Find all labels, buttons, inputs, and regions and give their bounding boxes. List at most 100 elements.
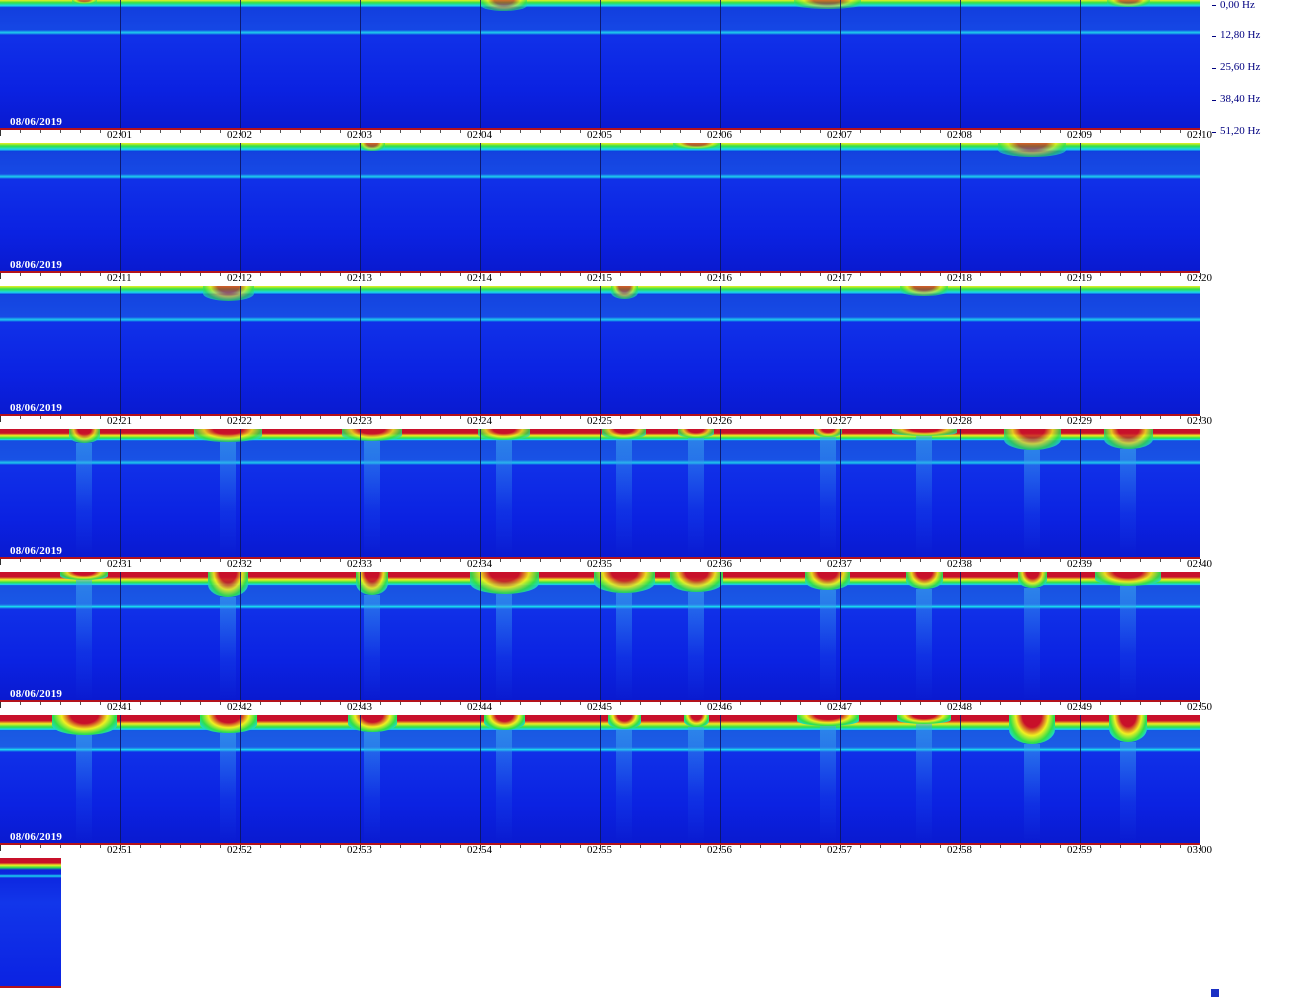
spectrogram-row[interactable]: 08/06/2019 [0,0,1200,128]
time-tick [400,416,401,419]
time-tick [900,416,901,419]
time-tick [880,130,881,133]
time-label: 02:39 [1067,558,1093,570]
spectral-blob [342,429,402,441]
time-tick [740,845,741,848]
time-tick [860,845,861,848]
time-tick [940,702,941,705]
row-date-label: 08/06/2019 [10,831,63,843]
time-tick [1020,130,1021,133]
time-tick [580,416,581,419]
time-tick [560,130,561,133]
time-tick [460,130,461,133]
time-label: 02:15 [587,272,613,284]
time-tick [1100,845,1101,848]
minute-gridline [960,715,961,843]
time-tick [640,273,641,276]
time-tick [80,702,81,705]
time-label: 02:09 [1067,129,1093,141]
time-tick [320,416,321,419]
spectrogram-row[interactable]: 08/06/2019 [0,572,1200,700]
time-tick [60,273,61,276]
spectrogram-row[interactable]: 08/06/2019 [0,715,1200,843]
time-label: 02:01 [107,129,133,141]
time-tick [620,273,621,276]
time-tick [740,702,741,705]
time-tick [1020,559,1021,562]
time-tick [180,130,181,133]
time-tick [0,845,1,851]
time-label: 02:02 [227,129,253,141]
spectral-blob [797,715,859,726]
time-tick [920,416,921,419]
freq-tick [1212,5,1216,6]
row-date-label: 08/06/2019 [10,259,63,271]
time-tick [380,845,381,848]
spectral-blob [1107,0,1150,7]
time-tick [880,559,881,562]
row-date-label: 08/06/2019 [10,116,63,128]
minute-gridline [960,143,961,271]
time-tick [760,702,761,705]
time-tick [1180,130,1181,133]
time-tick [640,559,641,562]
time-tick [460,559,461,562]
harmonic-band [0,874,61,878]
time-tick [1160,702,1161,705]
time-label: 02:16 [707,272,733,284]
time-tick [500,416,501,419]
time-tick [140,273,141,276]
time-tick [500,273,501,276]
time-tick [500,559,501,562]
time-label: 02:23 [347,415,373,427]
minute-gridline [840,0,841,128]
time-tick [1000,130,1001,133]
time-tick [860,702,861,705]
time-label: 02:57 [827,844,853,856]
time-tick [540,559,541,562]
time-label: 02:14 [467,272,493,284]
time-label: 02:03 [347,129,373,141]
time-label: 02:56 [707,844,733,856]
minute-gridline [1080,286,1081,414]
spectrogram-row[interactable]: 08/06/2019 [0,286,1200,414]
spectrogram-row[interactable]: 08/06/2019 [0,143,1200,271]
time-tick [160,702,161,705]
vertical-streak [688,592,704,700]
time-tick [660,559,661,562]
time-tick [540,130,541,133]
time-tick [740,130,741,133]
time-tick [60,416,61,419]
time-tick [1100,416,1101,419]
time-tick [340,416,341,419]
time-label: 02:41 [107,701,133,713]
vertical-streak [76,443,92,557]
spectral-blob [900,286,948,296]
time-tick [80,559,81,562]
vertical-streak [1120,742,1136,843]
vertical-streak [916,589,932,700]
time-tick [280,273,281,276]
spectral-blob [897,715,951,724]
vertical-streak [916,436,932,557]
time-tick [1180,416,1181,419]
spectrogram-row[interactable]: 08/06/2019 [0,429,1200,557]
spectral-blob [1018,572,1047,588]
freq-tick [1212,68,1216,69]
spectrogram-row-partial[interactable] [0,858,61,986]
time-label: 02:27 [827,415,853,427]
time-tick [60,845,61,848]
vertical-streak [688,438,704,557]
time-tick [580,845,581,848]
row-date-label: 08/06/2019 [10,545,63,557]
time-tick [680,845,681,848]
spectral-blob [602,429,646,439]
time-tick [400,702,401,705]
time-label: 02:53 [347,844,373,856]
freq-tick [1212,132,1216,133]
minute-gridline [600,143,601,271]
time-tick [400,845,401,848]
time-tick [640,702,641,705]
time-tick [680,416,681,419]
time-tick [140,559,141,562]
